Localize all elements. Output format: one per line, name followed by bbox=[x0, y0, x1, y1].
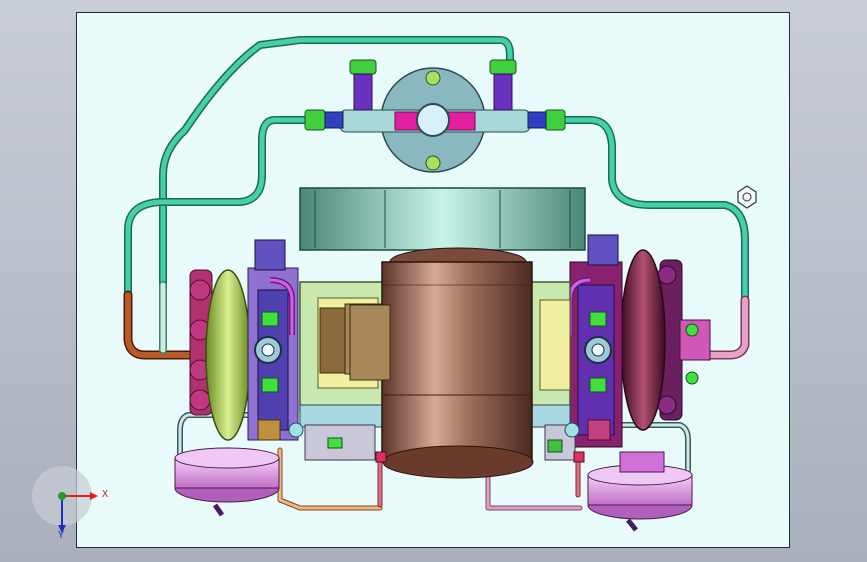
left-mount-pad[interactable] bbox=[174, 447, 280, 517]
coordinate-triad-icon bbox=[32, 466, 98, 533]
fan-guard bbox=[299, 187, 586, 251]
left-pump-head[interactable] bbox=[189, 267, 299, 441]
top-manifold[interactable] bbox=[304, 59, 566, 173]
right-flange-disc bbox=[620, 249, 666, 431]
left-flange-disc bbox=[205, 269, 251, 441]
cad-model-scene bbox=[32, 36, 757, 533]
right-mount-pad[interactable] bbox=[587, 451, 693, 532]
x-axis-label: X bbox=[102, 489, 109, 500]
right-pump-head[interactable] bbox=[567, 249, 711, 448]
hex-nut-icon bbox=[737, 185, 757, 209]
y-axis-label: Y bbox=[58, 530, 65, 541]
